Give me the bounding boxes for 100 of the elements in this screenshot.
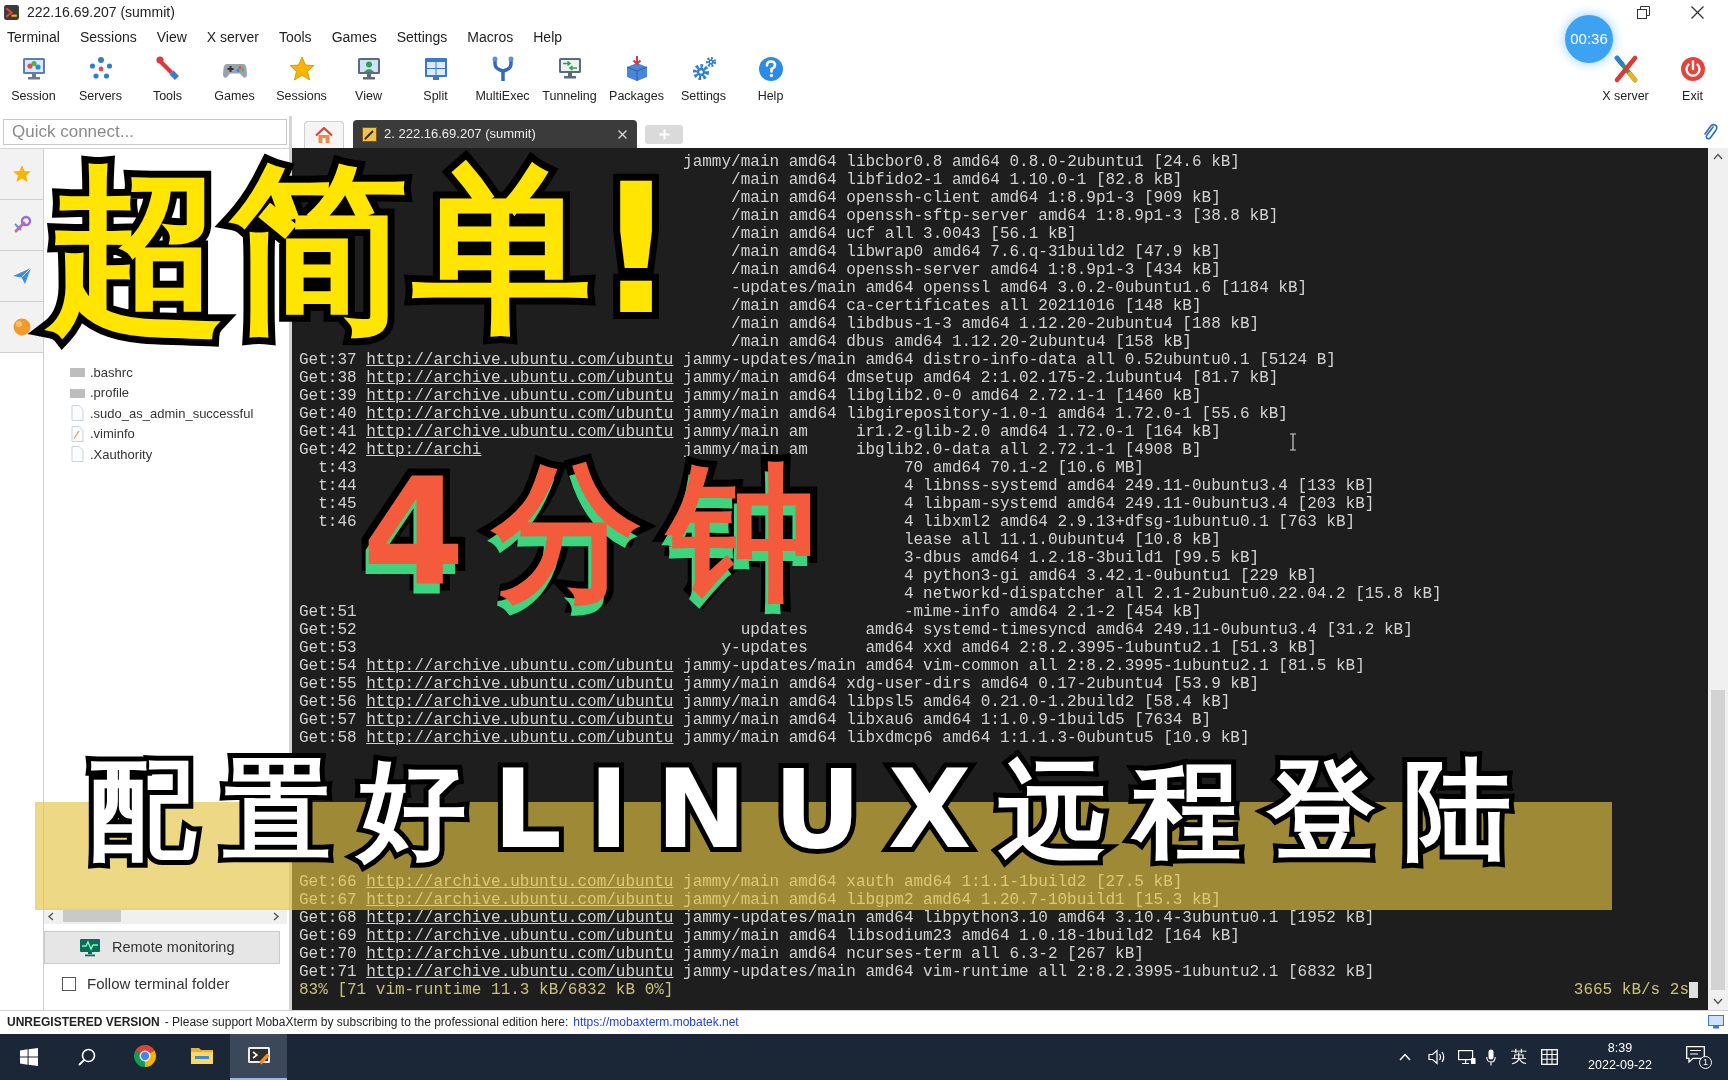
scrollbar-thumb[interactable] (1711, 690, 1725, 990)
games-button[interactable]: Games (201, 50, 268, 112)
tunneling-button[interactable]: Tunneling (536, 50, 603, 112)
url-link[interactable]: http://archi (366, 441, 482, 459)
servers-button[interactable]: Servers (67, 50, 134, 112)
file-name[interactable]: .sudo_as_admin_successful (90, 403, 254, 423)
menu-item[interactable]: Settings (396, 27, 448, 48)
session-button[interactable]: Session (0, 50, 67, 112)
url-link[interactable]: http://archive.ubuntu.com/ubuntu (366, 405, 674, 423)
sessions-button[interactable]: Sessions (268, 50, 335, 112)
url-link[interactable]: http://archive.ubuntu.com/ubuntu (366, 351, 674, 369)
vertical-scrollbar[interactable] (1708, 148, 1728, 1010)
terminal-text: Get:71 (299, 963, 357, 981)
menu-item[interactable]: Sessions (79, 27, 137, 48)
sidebar-tab[interactable] (0, 302, 43, 353)
terminal-text: /main amd64 dbus amd64 1.12.20-2ubuntu4 [158 kB] (731, 333, 1192, 351)
terminal-text: jammy-updates/main amd64 vim-runtime all 2:8.2.3995-1ubuntu2.1 [6832 kB] (683, 963, 1375, 981)
window-title: 222.16.69.207 (summit) (27, 3, 175, 22)
taskbar-app[interactable] (230, 1034, 287, 1080)
url-link[interactable]: http://archive.ubuntu.com/ubuntu (366, 423, 674, 441)
multiexec-button[interactable]: MultiExec (469, 50, 536, 112)
i-beam-cursor-icon (1289, 433, 1297, 451)
terminal-text: Get:54 (299, 657, 357, 675)
terminal-text: lease all 11.1.0ubuntu4 [10.8 kB] (903, 531, 1221, 549)
speaker-icon[interactable] (1428, 1049, 1447, 1065)
file-name[interactable]: .bashrc (90, 362, 133, 382)
terminal-text: Get:56 (299, 693, 357, 711)
restore-icon[interactable] (1637, 6, 1650, 19)
quick-connect-field[interactable]: Quick connect... (3, 119, 287, 145)
terminal-text: Get:66 (299, 873, 357, 891)
terminal-text: jammy/main amd64 libglib2.0-0 amd64 2.72.1-1 [1460 kB] (683, 387, 1202, 405)
url-link[interactable]: http://archive.ubuntu.com/ubuntu (366, 945, 674, 963)
menu-item[interactable]: Terminal (7, 27, 60, 48)
url-link[interactable]: http://archive.ubuntu.com/ubuntu (366, 711, 674, 729)
url-link[interactable]: http://archive.ubuntu.com/ubuntu (366, 927, 674, 945)
terminal-text: 4 libpam-systemd amd64 249.11-0ubuntu3.4 [203 kB] (903, 495, 1375, 513)
file-name[interactable]: .viminfo (90, 424, 135, 444)
terminal-text: /main amd64 ucf all 3.0043 [56.1 kB] (731, 225, 1077, 243)
terminal-text: 4 libnss-systemd amd64 249.11-0ubuntu3.4 [133 kB] (903, 477, 1375, 495)
menu-item[interactable]: View (156, 27, 187, 48)
message-icon (1686, 1046, 1705, 1063)
browser-icon (132, 1044, 157, 1068)
tools-button[interactable]: Tools (134, 50, 201, 112)
settings-button[interactable]: Settings (670, 50, 737, 112)
session-tab[interactable]: 2. 222.16.69.207 (summit) (353, 120, 637, 148)
network-icon[interactable] (1458, 1049, 1477, 1065)
search-icon (78, 1048, 96, 1066)
chevron-up-icon[interactable] (1399, 1053, 1412, 1061)
terminal-text: Get:58 (299, 729, 357, 747)
terminal-text: t:43 (318, 459, 357, 477)
terminal-text: Get:42 (299, 441, 357, 459)
url-link[interactable]: http://archive.ubuntu.com/ubuntu (366, 369, 674, 387)
edited-document-icon (69, 425, 85, 442)
terminal-text: jammy/main amd64 libgirepository-1.0-1 amd64 1.72.0-1 [55.6 kB] (683, 405, 1288, 423)
remote-monitoring-button[interactable]: Remote monitoring (44, 931, 280, 964)
close-icon[interactable] (1691, 6, 1704, 19)
scrollbar-thumb[interactable] (63, 910, 121, 922)
terminal-text: jammy-updates/main amd64 distro-info-data all 0.52ubuntu0.1 [5124 B] (683, 351, 1336, 369)
speed-text: 3665 kB/s 2s (1573, 981, 1689, 999)
menu-item[interactable]: Help (533, 27, 563, 48)
terminal-text: jammy/main amd64 xdg-user-dirs amd64 0.17-2ubuntu4 [53.9 kB] (683, 675, 1260, 693)
url-link[interactable]: http://archive.ubuntu.com/ubuntu (366, 909, 674, 927)
paperclip-icon[interactable] (1702, 123, 1718, 141)
menu-item[interactable]: X server (206, 27, 259, 48)
url-link[interactable]: http://archive.ubuntu.com/ubuntu (366, 963, 674, 981)
clock-time[interactable]: 8:39 (1607, 1040, 1633, 1057)
notifications-button[interactable]: 1 (1686, 1045, 1712, 1069)
url-link[interactable]: http://archive.ubuntu.com/ubuntu (366, 675, 674, 693)
menu-item[interactable]: Games (331, 27, 377, 48)
horizontal-scrollbar[interactable] (44, 908, 287, 924)
website-link[interactable]: https://mobaxterm.mobatek.net (573, 1013, 739, 1031)
checkbox[interactable] (62, 977, 76, 991)
clock-date[interactable]: 2022-09-22 (1588, 1057, 1652, 1074)
terminal-text: Get:70 (299, 945, 357, 963)
url-link[interactable]: http://archive.ubuntu.com/ubuntu (366, 657, 674, 675)
monitor-icon (1708, 1015, 1724, 1029)
input-method[interactable]: 英 (1511, 1045, 1528, 1069)
terminal-text: /main amd64 libfido2-1 amd64 1.10.0-1 [82.8 kB] (731, 171, 1183, 189)
terminal-text: Get:53 (299, 639, 357, 657)
terminal-text: Get:40 (299, 405, 357, 423)
exit-button[interactable]: Exit (1659, 50, 1726, 112)
menu-item[interactable]: Macros (467, 27, 514, 48)
star-icon (11, 164, 32, 184)
microphone-icon[interactable] (1486, 1048, 1497, 1066)
split-button[interactable]: Split (402, 50, 469, 112)
terminal-text: /main amd64 ca-certificates all 20211016 [148 kB] (731, 297, 1202, 315)
home-tab[interactable] (304, 121, 344, 148)
url-link[interactable]: http://archive.ubuntu.com/ubuntu (366, 729, 674, 747)
file-name[interactable]: .profile (90, 383, 130, 403)
help-button[interactable]: Help (737, 50, 804, 112)
terminal-text: Get:69 (299, 927, 357, 945)
pencil-icon (362, 126, 377, 142)
packages-button[interactable]: Packages (603, 50, 670, 112)
wrench-icon (153, 55, 182, 83)
menu-item[interactable]: Tools (278, 27, 312, 48)
file-name[interactable]: .Xauthority (90, 444, 153, 464)
view-button[interactable]: View (335, 50, 402, 112)
url-link[interactable]: http://archive.ubuntu.com/ubuntu (366, 387, 674, 405)
keyboard-grid-icon[interactable] (1541, 1049, 1559, 1065)
url-link[interactable]: http://archive.ubuntu.com/ubuntu (366, 693, 674, 711)
